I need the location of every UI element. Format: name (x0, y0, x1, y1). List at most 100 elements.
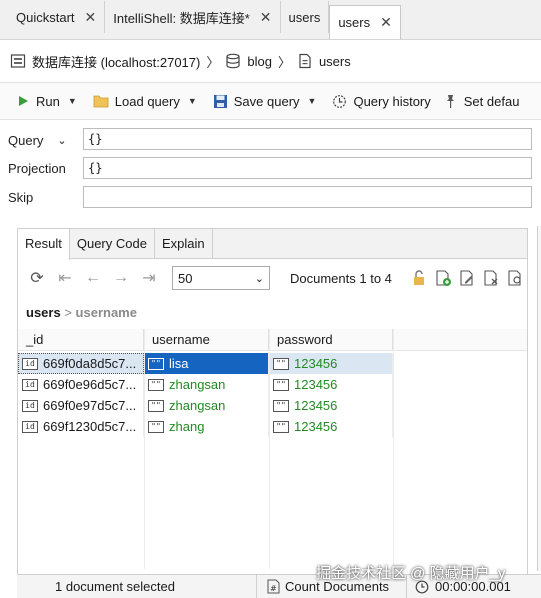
password-cell[interactable]: "" 123456 (269, 353, 393, 374)
search-document-icon[interactable] (506, 269, 524, 287)
id-cell[interactable]: id 669f0da8d5c7... (18, 353, 144, 374)
string-field-icon: "" (148, 399, 164, 412)
query-row: Query ⌄ (8, 128, 67, 152)
breadcrumb-connection[interactable]: 数据库连接 (localhost:27017) (32, 52, 200, 71)
id-cell[interactable]: id 669f1230d5c7... (18, 416, 144, 437)
column-header-username[interactable]: username (144, 329, 269, 350)
refresh-icon[interactable]: ⟳ (26, 268, 48, 288)
run-dropdown-icon[interactable]: ▼ (68, 96, 77, 106)
run-button[interactable]: Run (10, 86, 66, 116)
column-divider (269, 329, 270, 569)
breadcrumb: 数据库连接 (localhost:27017) 〉 blog 〉 users (10, 46, 541, 76)
set-default-label: Set defau (463, 93, 520, 109)
save-query-dropdown-icon[interactable]: ▼ (308, 96, 317, 106)
table-row[interactable]: id 669f0e97d5c7... "" zhangsan "" 123456 (18, 395, 527, 416)
save-query-button[interactable]: Save query (207, 86, 306, 116)
folder-icon (93, 95, 109, 108)
server-icon (10, 53, 26, 69)
id-value: 669f0da8d5c7... (43, 356, 137, 371)
save-icon (213, 94, 227, 108)
breadcrumb-separator: 〉 (277, 54, 291, 70)
skip-input[interactable] (83, 186, 532, 208)
tab-label: IntelliShell: 数据库连接* (113, 10, 250, 26)
result-table: _id username password id 669f0da8d5c7... … (18, 329, 527, 437)
password-value: 123456 (294, 398, 338, 413)
tab-users-1[interactable]: users (281, 1, 330, 33)
tab-result[interactable]: Result (18, 229, 70, 260)
id-cell[interactable]: id 669f0e97d5c7... (18, 395, 144, 416)
close-icon[interactable]: ✕ (260, 9, 272, 26)
breadcrumb-database[interactable]: blog (247, 54, 272, 69)
tab-label: Quickstart (16, 9, 75, 25)
query-history-button[interactable]: Query history (326, 86, 436, 116)
username-cell[interactable]: "" lisa (144, 353, 269, 374)
path-field[interactable]: username (76, 305, 137, 320)
tab-label: users (338, 15, 371, 30)
result-panel: Result Query Code Explain ⟳ ⇤ ← → ⇥ 50 ⌄… (17, 228, 528, 598)
edit-document-icon[interactable] (458, 269, 476, 287)
tab-intellishell[interactable]: IntelliShell: 数据库连接* ✕ (105, 1, 281, 33)
projection-row: Projection (8, 156, 66, 180)
column-header-id[interactable]: _id (18, 329, 144, 350)
delete-document-icon[interactable] (482, 269, 500, 287)
add-document-icon[interactable] (434, 269, 452, 287)
password-value: 123456 (294, 377, 338, 392)
path-separator: > (64, 305, 72, 320)
table-row[interactable]: id 669f1230d5c7... "" zhang "" 123456 (18, 416, 527, 437)
column-header-password[interactable]: password (269, 329, 393, 350)
last-page-icon[interactable]: ⇥ (138, 268, 160, 288)
first-page-icon[interactable]: ⇤ (54, 268, 76, 288)
collection-icon (297, 53, 313, 69)
username-cell[interactable]: "" zhang (144, 416, 269, 437)
table-row[interactable]: id 669f0da8d5c7... "" lisa "" 123456 (18, 353, 527, 374)
close-icon[interactable]: ✕ (85, 9, 97, 26)
result-tabs: Result Query Code Explain (18, 229, 527, 260)
tab-explain[interactable]: Explain (155, 229, 213, 259)
id-field-icon: id (22, 378, 38, 391)
tab-label: users (288, 9, 321, 25)
breadcrumb-collection[interactable]: users (319, 54, 351, 69)
pin-icon (446, 94, 454, 108)
result-toolbar: ⟳ ⇤ ← → ⇥ 50 ⌄ Documents 1 to 4 (18, 261, 527, 295)
load-query-dropdown-icon[interactable]: ▼ (188, 96, 197, 106)
set-default-button[interactable]: Set defau (437, 86, 526, 116)
tab-users-2[interactable]: users ✕ (329, 5, 401, 39)
query-input[interactable]: {} (83, 128, 532, 150)
username-cell[interactable]: "" zhangsan (144, 374, 269, 395)
username-cell[interactable]: "" zhangsan (144, 395, 269, 416)
username-value: zhangsan (169, 377, 226, 392)
id-value: 669f0e97d5c7... (43, 398, 137, 413)
password-cell[interactable]: "" 123456 (269, 374, 393, 395)
username-value: lisa (169, 356, 189, 371)
previous-page-icon[interactable]: ← (82, 269, 104, 287)
projection-input[interactable]: {} (83, 157, 532, 179)
tab-query-code[interactable]: Query Code (70, 229, 155, 259)
load-query-button[interactable]: Load query (87, 86, 186, 116)
id-field-icon: id (22, 399, 38, 412)
string-field-icon: "" (148, 357, 164, 370)
password-value: 123456 (294, 419, 338, 434)
password-cell[interactable]: "" 123456 (269, 395, 393, 416)
documents-range: Documents 1 to 4 (290, 270, 392, 286)
lock-icon[interactable] (410, 269, 428, 287)
path-root[interactable]: users (26, 305, 61, 320)
table-header: _id username password (18, 329, 527, 351)
table-row[interactable]: id 669f0e96d5c7... "" zhangsan "" 123456 (18, 374, 527, 395)
chevron-down-icon[interactable]: ⌄ (57, 134, 66, 147)
save-query-label: Save query (233, 93, 300, 109)
id-cell[interactable]: id 669f0e96d5c7... (18, 374, 144, 395)
breadcrumb-separator: 〉 (206, 54, 220, 70)
username-value: zhangsan (169, 398, 226, 413)
projection-label: Projection (8, 160, 66, 176)
id-field-icon: id (22, 420, 38, 433)
close-icon[interactable]: ✕ (380, 14, 392, 31)
page-size-select[interactable]: 50 ⌄ (172, 266, 270, 290)
query-history-label: Query history (353, 93, 431, 109)
password-cell[interactable]: "" 123456 (269, 416, 393, 437)
tab-quickstart[interactable]: Quickstart ✕ (8, 1, 106, 33)
id-field-icon: id (22, 357, 38, 370)
main-toolbar: Run ▼ Load query ▼ Save query ▼ Query hi… (0, 82, 541, 120)
id-value: 669f0e96d5c7... (43, 377, 137, 392)
svg-text:#: # (270, 584, 277, 593)
next-page-icon[interactable]: → (110, 269, 132, 287)
